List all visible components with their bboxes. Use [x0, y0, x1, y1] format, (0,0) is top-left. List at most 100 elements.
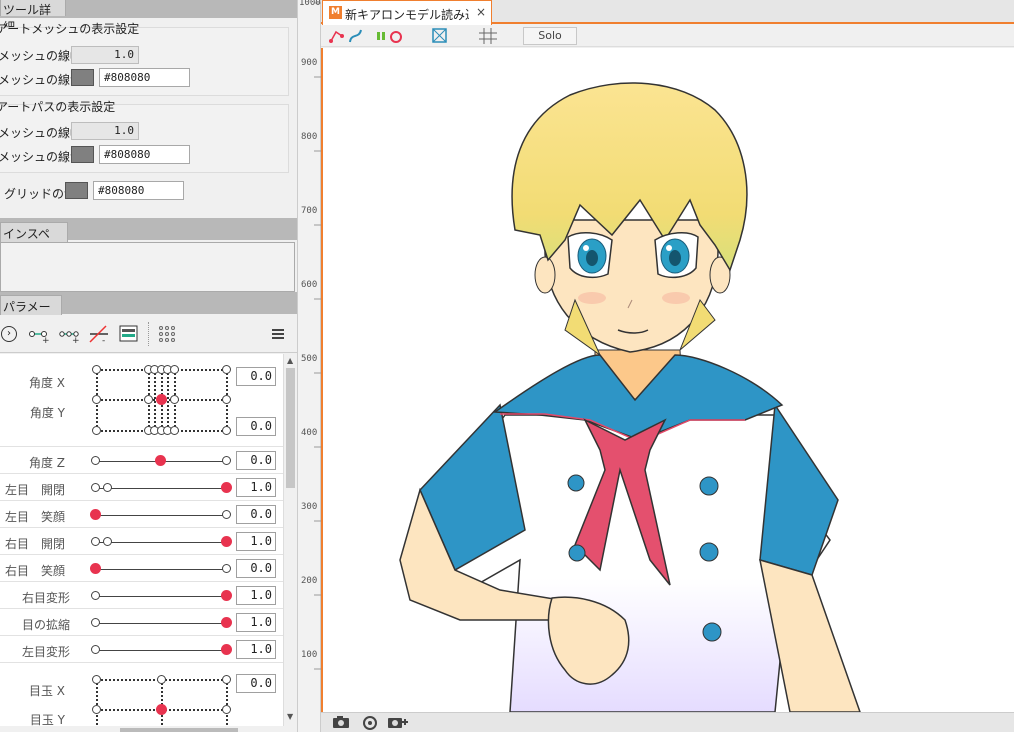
- reset-view-icon[interactable]: [360, 714, 380, 730]
- angle-x-label: 角度 X: [28, 376, 65, 390]
- toolbar-divider: [148, 322, 149, 346]
- parameter-list: 角度 X 角度 Y 0.0 0.0 角度 Z 0.0 左目 開閉 1.0 左目 …: [0, 354, 283, 726]
- param-row-left-eye-form: 左目変形 1.0: [0, 636, 283, 663]
- deform-path-icon[interactable]: [328, 27, 346, 45]
- tool-details-header: ツール詳細: [0, 0, 297, 34]
- art-mesh-width-label: メッシュの線幅: [0, 49, 83, 63]
- ruler-tick: 300: [301, 502, 318, 512]
- param-row-right-eye-form: 右目変形 1.0: [0, 582, 283, 609]
- param-label: 左目変形: [21, 645, 70, 659]
- svg-text:-: -: [102, 336, 105, 344]
- ruler-tick: 100: [301, 650, 318, 660]
- canvas-bottom-bar: [321, 712, 1014, 732]
- param-row-left-eye-smile: 左目 笑顔 0.0: [0, 501, 283, 528]
- art-path-color-label: メッシュの線色: [0, 150, 83, 164]
- camera-icon[interactable]: [331, 714, 351, 730]
- vertical-ruler: 1000 900 800 700 600 500 400 300 200 100: [297, 0, 321, 732]
- glue-icon[interactable]: [375, 27, 407, 45]
- inspector-tab[interactable]: インスペクタ: [0, 222, 68, 258]
- param-value[interactable]: 1.0: [236, 586, 276, 605]
- document-tab[interactable]: M 新キアロンモデル読み込み ×: [322, 0, 492, 25]
- menu-icon-mid: [272, 333, 284, 335]
- grid-toggle-icon[interactable]: [478, 27, 498, 45]
- ruler-tick: 200: [301, 576, 318, 586]
- art-path-width-label: メッシュの線幅: [0, 126, 83, 140]
- solo-button[interactable]: Solo: [523, 27, 577, 45]
- param-label: 右目変形: [21, 591, 70, 605]
- character-model[interactable]: [321, 48, 1014, 712]
- svg-text:+: +: [42, 336, 50, 344]
- angle-x-value[interactable]: 0.0: [236, 367, 276, 386]
- inspector-body: [0, 242, 295, 292]
- param-label: 右目 開閉: [4, 537, 65, 551]
- parameters-tab[interactable]: パラメータ: [0, 295, 62, 331]
- param-handle[interactable]: [221, 482, 232, 493]
- param-label: 目の拡縮: [21, 618, 70, 632]
- ruler-tick: 500: [301, 354, 318, 364]
- ruler-tick: 800: [301, 132, 318, 142]
- param-value[interactable]: 0.0: [236, 451, 276, 470]
- angle-xy-handle[interactable]: [156, 394, 167, 405]
- eye-x-value[interactable]: 0.0: [236, 674, 276, 693]
- scrollbar-thumb[interactable]: [286, 368, 295, 488]
- param-value[interactable]: 1.0: [236, 613, 276, 632]
- param-label: 左目 開閉: [4, 483, 65, 497]
- grid-color-field[interactable]: #808080: [93, 181, 184, 200]
- canvas-viewport[interactable]: [321, 48, 1014, 712]
- grid-dots-icon[interactable]: [157, 324, 177, 344]
- param-row-right-eye-open: 右目 開閉 1.0: [0, 528, 283, 555]
- param-handle[interactable]: [221, 536, 232, 547]
- eye-xy-handle[interactable]: [156, 704, 167, 715]
- remove-key-icon[interactable]: -: [88, 324, 110, 344]
- art-mesh-color-swatch[interactable]: [71, 69, 94, 86]
- param-row-eye-scale: 目の拡縮 1.0: [0, 609, 283, 636]
- add-key-icon[interactable]: +: [28, 324, 50, 344]
- camera-add-icon[interactable]: [386, 714, 410, 730]
- ruler-tick: 900: [301, 58, 318, 68]
- parameter-scrollbar[interactable]: ▲ ▼: [283, 354, 297, 726]
- tab-close-icon[interactable]: ×: [476, 5, 486, 19]
- param-label: 角度 Z: [28, 456, 65, 470]
- art-mesh-section-title: アートメッシュの表示設定: [0, 22, 140, 36]
- app-badge-icon: M: [329, 6, 342, 19]
- art-path-color-swatch[interactable]: [71, 146, 94, 163]
- param-handle[interactable]: [221, 644, 232, 655]
- param-value[interactable]: 1.0: [236, 478, 276, 497]
- art-path-width-field[interactable]: 1.0: [71, 122, 139, 140]
- param-value[interactable]: 1.0: [236, 532, 276, 551]
- tool-details-tab[interactable]: ツール詳細: [0, 0, 66, 34]
- art-mesh-color-field[interactable]: #808080: [99, 68, 190, 87]
- mesh-edit-icon[interactable]: [431, 27, 449, 45]
- param-handle[interactable]: [221, 617, 232, 628]
- add-multi-key-icon[interactable]: +: [58, 324, 80, 344]
- art-path-section-title: アートパスの表示設定: [0, 100, 116, 114]
- ruler-tick: 400: [301, 428, 318, 438]
- eye-xy-grid[interactable]: [92, 675, 231, 726]
- param-handle[interactable]: [90, 509, 101, 520]
- svg-text:+: +: [72, 336, 80, 344]
- angle-y-label: 角度 Y: [29, 406, 65, 420]
- art-path-color-field[interactable]: #808080: [99, 145, 190, 164]
- parameter-panel-icon[interactable]: [119, 324, 139, 344]
- param-handle[interactable]: [155, 455, 166, 466]
- expand-circle-icon[interactable]: ›: [1, 326, 17, 342]
- param-handle[interactable]: [221, 590, 232, 601]
- param-value[interactable]: 1.0: [236, 640, 276, 659]
- eye-x-label: 目玉 X: [28, 684, 65, 698]
- art-mesh-width-field[interactable]: 1.0: [71, 46, 139, 64]
- angle-y-value[interactable]: 0.0: [236, 417, 276, 436]
- ruler-tick: 700: [301, 206, 318, 216]
- param-label: 右目 笑顔: [4, 564, 65, 578]
- bottom-splitter[interactable]: [120, 728, 238, 732]
- param-value[interactable]: 0.0: [236, 559, 276, 578]
- curve-icon[interactable]: [347, 27, 365, 45]
- param-handle[interactable]: [90, 563, 101, 574]
- param-row-angle-z: 角度 Z 0.0: [0, 447, 283, 474]
- angle-xy-grid[interactable]: [92, 365, 231, 435]
- param-row-right-eye-smile: 右目 笑顔 0.0: [0, 555, 283, 582]
- grid-color-swatch[interactable]: [65, 182, 88, 199]
- ruler-tick: 600: [301, 280, 318, 290]
- param-value[interactable]: 0.0: [236, 505, 276, 524]
- art-mesh-color-label: メッシュの線色: [0, 73, 83, 87]
- ruler-tick: 1000: [299, 0, 321, 8]
